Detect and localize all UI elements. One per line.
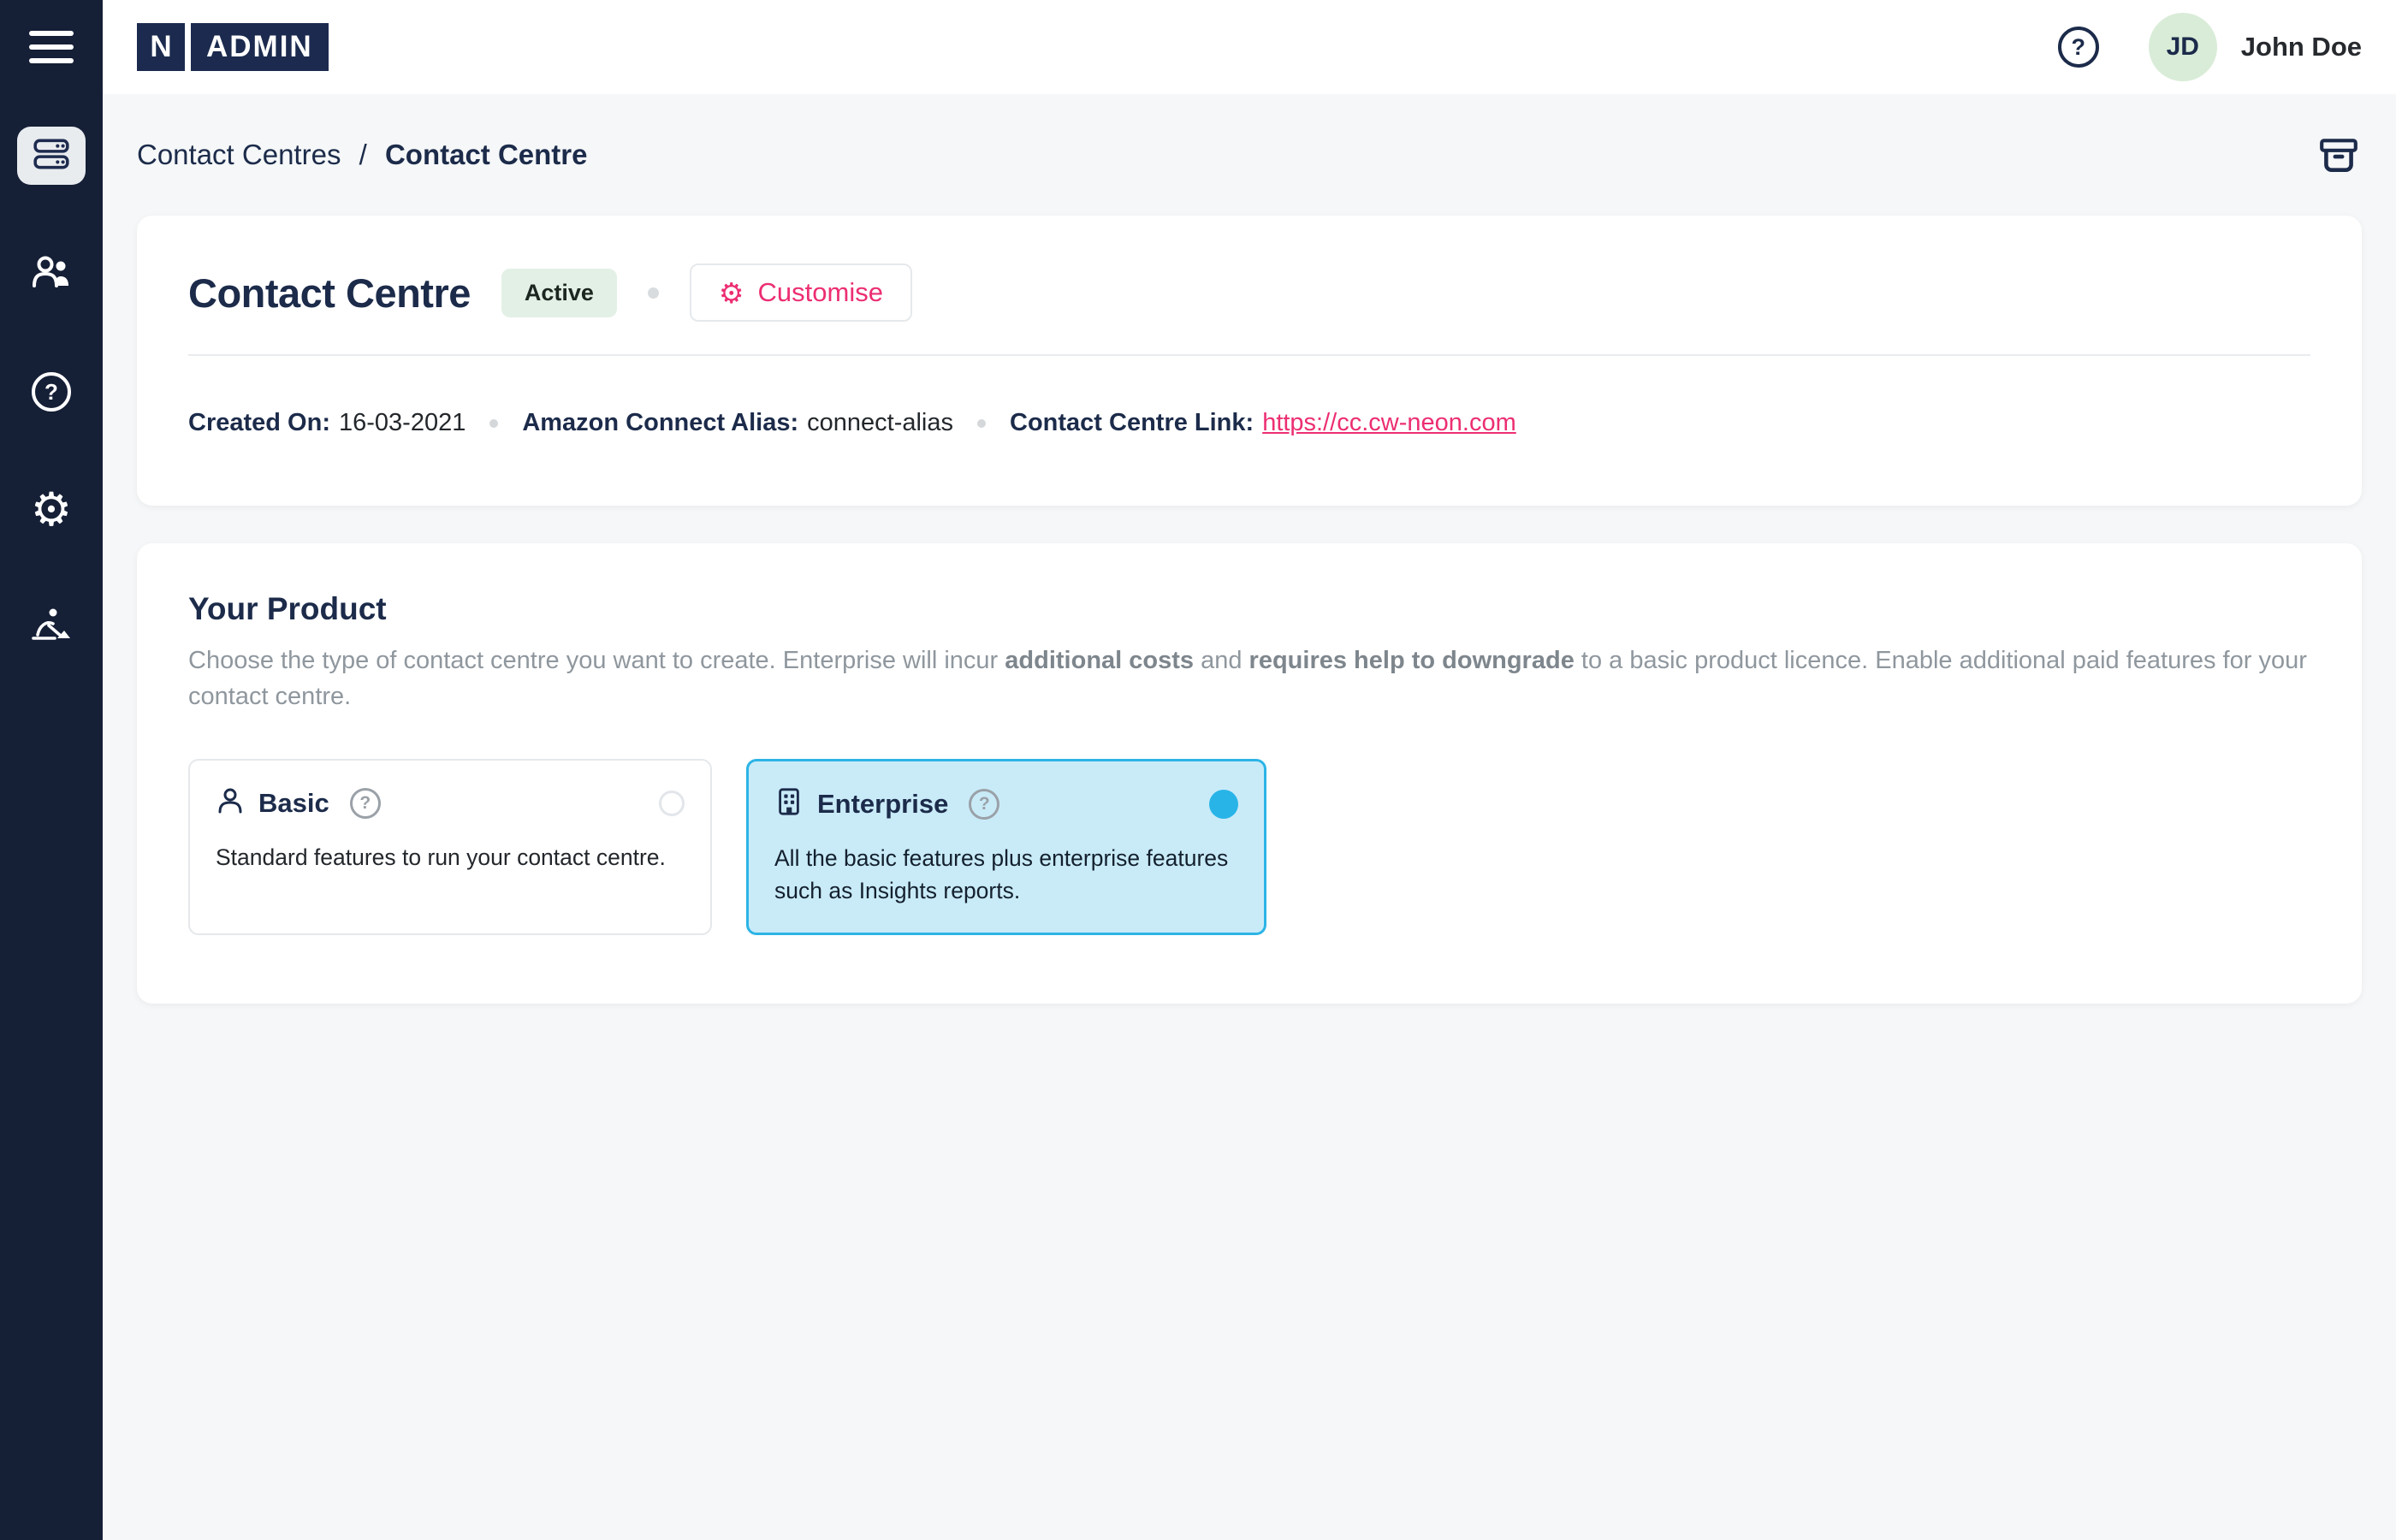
radio-basic-unselected[interactable] xyxy=(659,791,685,816)
user-name: John Doe xyxy=(2241,32,2362,62)
logo-admin: ADMIN xyxy=(191,23,329,71)
sidebar-item-contact-centres[interactable] xyxy=(17,127,86,185)
product-option-enterprise[interactable]: Enterprise ? All the basic features plus… xyxy=(746,759,1266,935)
building-icon xyxy=(774,787,804,820)
meta-value: 16-03-2021 xyxy=(339,409,466,436)
logo-n: N xyxy=(137,23,185,71)
your-product-card: Your Product Choose the type of contact … xyxy=(137,543,2362,1004)
option-head: Basic ? xyxy=(216,786,685,820)
breadcrumb-separator: / xyxy=(359,139,367,170)
meta-row: Created On: 16-03-2021 Amazon Connect Ali… xyxy=(188,409,2310,437)
divider xyxy=(188,354,2310,356)
breadcrumb-row: Contact Centres / Contact Centre xyxy=(137,132,2362,178)
person-icon xyxy=(216,786,245,820)
desc-part-bold: requires help to downgrade xyxy=(1249,647,1575,674)
server-stack-icon xyxy=(32,134,71,178)
archive-icon[interactable] xyxy=(2316,132,2362,178)
page-title: Contact Centre xyxy=(188,270,471,317)
contact-centre-overview-card: Contact Centre Active ⚙ Customise Create… xyxy=(137,216,2362,506)
dot-separator xyxy=(648,287,659,299)
breadcrumb-current: Contact Centre xyxy=(385,139,588,170)
meta-created-on: Created On: 16-03-2021 xyxy=(188,409,466,437)
users-icon xyxy=(31,252,72,297)
help-circle-icon[interactable]: ? xyxy=(969,789,999,820)
top-header: N ADMIN ? JD John Doe xyxy=(103,0,2396,94)
meta-connect-alias: Amazon Connect Alias: connect-alias xyxy=(522,409,953,437)
desc-part: and xyxy=(1194,647,1249,674)
product-options: Basic ? Standard features to run your co… xyxy=(188,759,2310,935)
avatar[interactable]: JD xyxy=(2149,13,2217,81)
title-row: Contact Centre Active ⚙ Customise xyxy=(188,264,2310,322)
app-logo: N ADMIN xyxy=(137,23,329,71)
menu-icon[interactable] xyxy=(29,27,74,67)
product-description: Choose the type of contact centre you wa… xyxy=(188,643,2310,714)
option-name: Basic xyxy=(258,788,329,819)
dot-separator xyxy=(489,419,498,428)
dot-separator xyxy=(977,419,986,428)
status-badge: Active xyxy=(501,269,617,317)
meta-contact-centre-link: Contact Centre Link: https://cc.cw-neon.c… xyxy=(1010,409,1516,437)
sidebar-nav: ? ⚙ xyxy=(0,67,103,657)
sidebar-item-help[interactable]: ? xyxy=(17,363,86,421)
option-name: Enterprise xyxy=(817,789,948,820)
option-head: Enterprise ? xyxy=(774,787,1238,820)
product-option-basic[interactable]: Basic ? Standard features to run your co… xyxy=(188,759,712,935)
content-area: Contact Centres / Contact Centre Contact… xyxy=(103,94,2396,1540)
main-column: N ADMIN ? JD John Doe Contact Centres / … xyxy=(103,0,2396,1540)
header-help-icon[interactable]: ? xyxy=(2058,27,2099,68)
meta-label: Amazon Connect Alias: xyxy=(522,409,798,436)
section-title: Your Product xyxy=(188,591,2310,627)
option-description: Standard features to run your contact ce… xyxy=(216,842,685,874)
sidebar-item-users[interactable] xyxy=(17,245,86,303)
option-description: All the basic features plus enterprise f… xyxy=(774,843,1238,907)
gear-icon: ⚙ xyxy=(719,279,744,307)
desc-part-bold: additional costs xyxy=(1005,647,1194,674)
radio-enterprise-selected[interactable] xyxy=(1209,790,1238,819)
settings-gear-icon: ⚙ xyxy=(31,487,72,533)
sidebar-item-settings[interactable]: ⚙ xyxy=(17,481,86,539)
sidebar: ? ⚙ xyxy=(0,0,103,1540)
desc-part: Choose the type of contact centre you wa… xyxy=(188,647,1005,674)
header-right: ? JD John Doe xyxy=(2058,13,2362,81)
help-circle-icon[interactable]: ? xyxy=(350,788,381,819)
breadcrumb: Contact Centres / Contact Centre xyxy=(137,139,588,171)
meta-label: Created On: xyxy=(188,409,330,436)
help-circle-icon: ? xyxy=(32,372,71,412)
construction-worker-icon xyxy=(31,606,72,651)
customise-button[interactable]: ⚙ Customise xyxy=(690,264,912,322)
breadcrumb-parent-link[interactable]: Contact Centres xyxy=(137,139,341,170)
customise-label: Customise xyxy=(758,277,883,308)
sidebar-item-maintenance[interactable] xyxy=(17,599,86,657)
meta-value: connect-alias xyxy=(807,409,953,436)
contact-centre-link[interactable]: https://cc.cw-neon.com xyxy=(1262,409,1516,436)
meta-label: Contact Centre Link: xyxy=(1010,409,1254,436)
